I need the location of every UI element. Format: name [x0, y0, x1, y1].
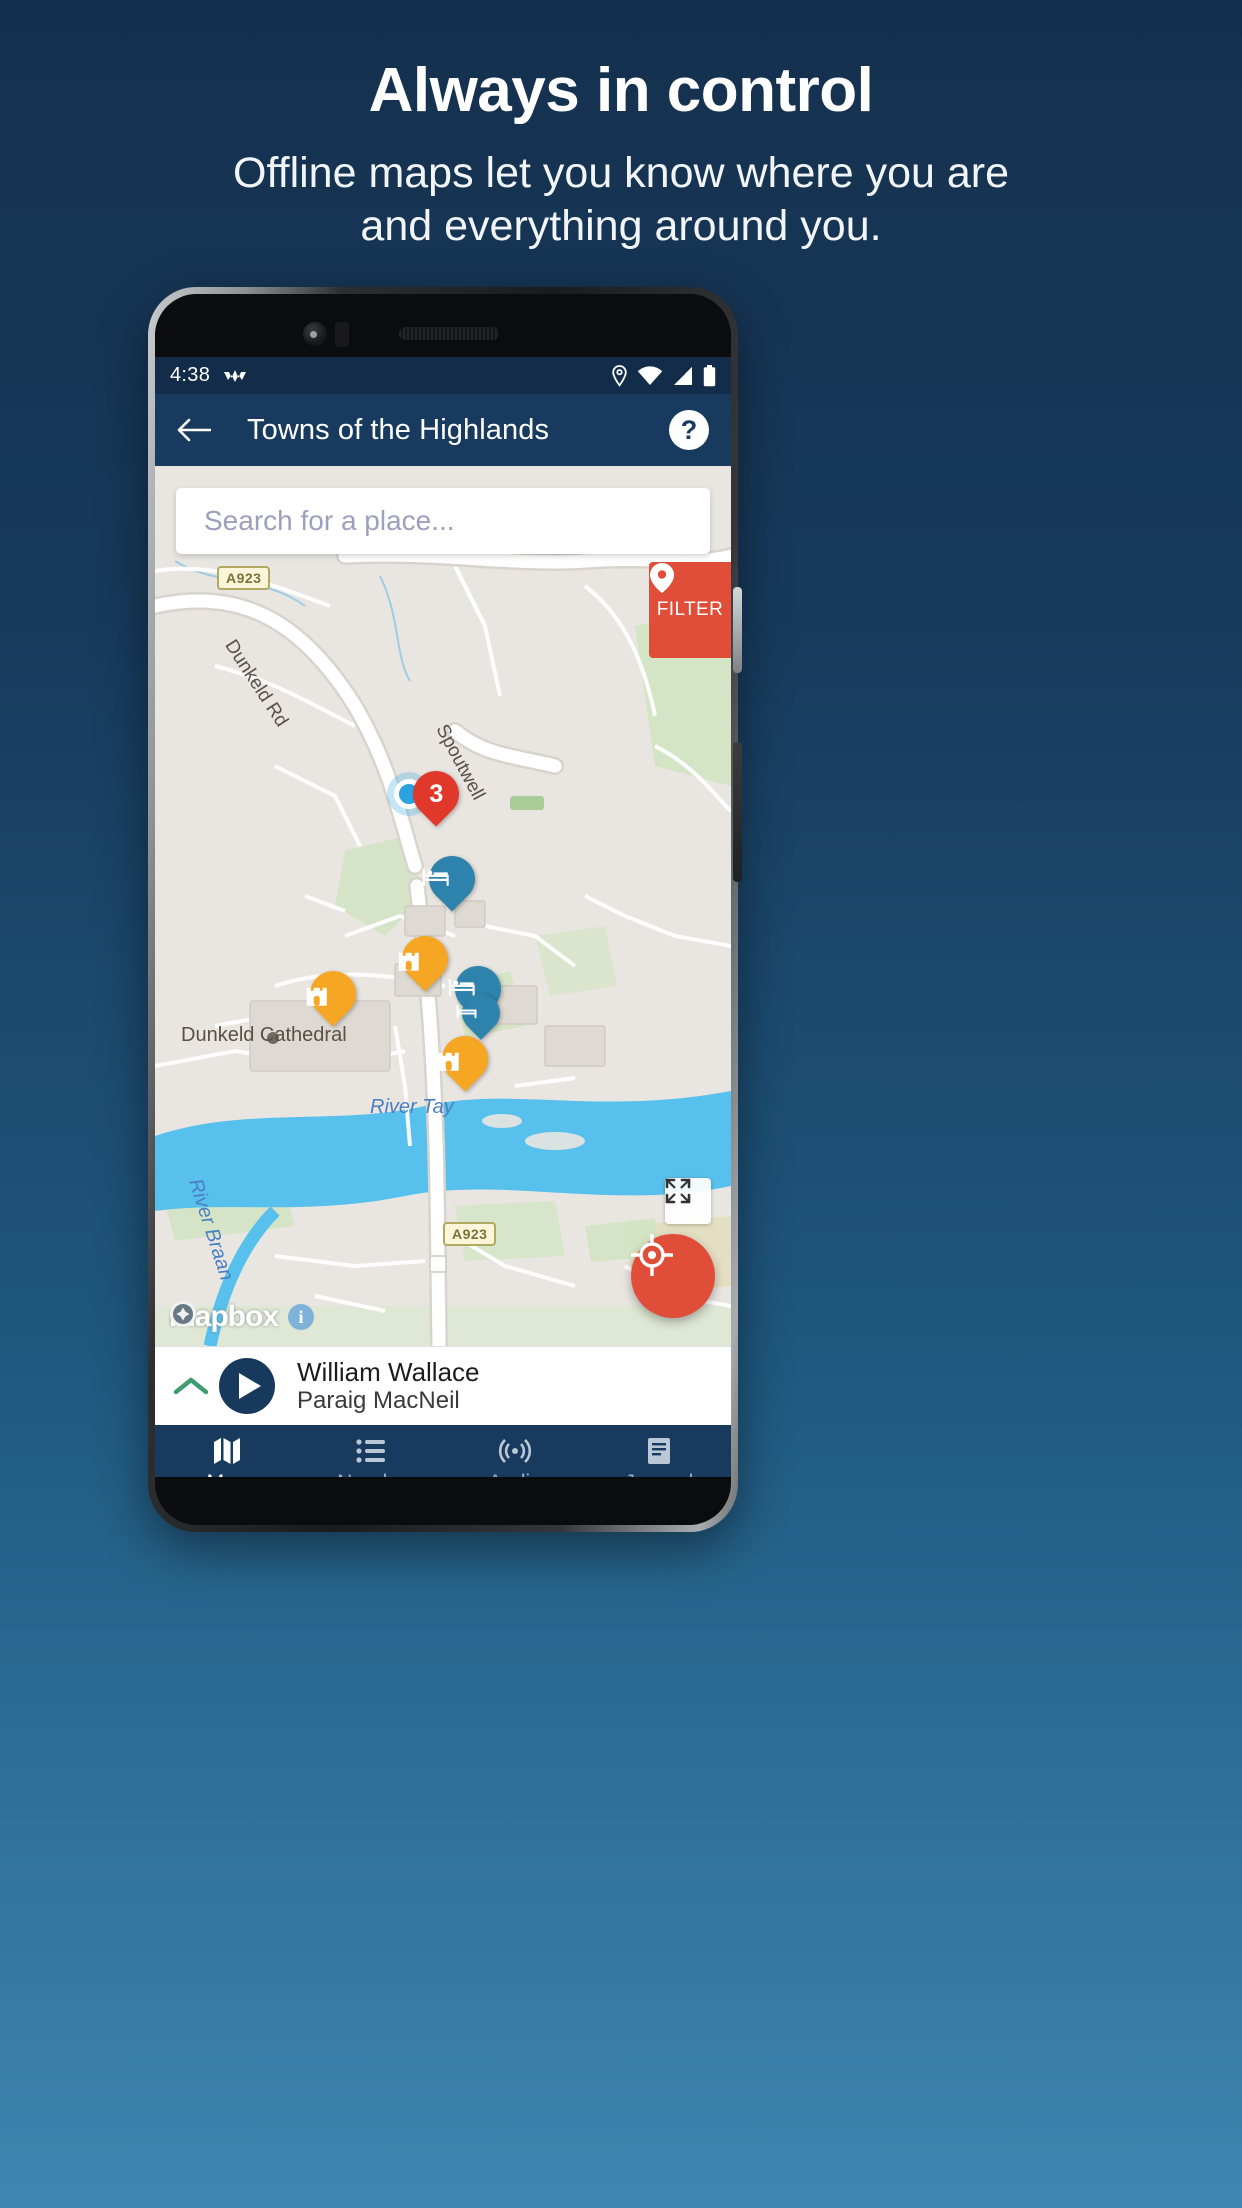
app-bar: Towns of the Highlands ? — [155, 394, 731, 466]
castle-icon — [398, 952, 419, 971]
search-bar[interactable] — [176, 488, 710, 554]
map-marker-accommodation-3[interactable] — [454, 986, 508, 1040]
power-button[interactable] — [733, 587, 742, 673]
nav-label-nearby: Nearby — [337, 1471, 405, 1478]
mapbox-attribution[interactable]: mapbox i — [169, 1300, 315, 1334]
map-label-river-tay: River Tay — [370, 1096, 454, 1118]
status-bar: 4:38 — [155, 357, 731, 394]
locate-me-icon — [631, 1234, 673, 1276]
road-shield-a923-south: A923 — [443, 1222, 497, 1246]
map-info-button[interactable]: i — [288, 1304, 315, 1330]
map-label-dunkeld-cathedral: Dunkeld Cathedral — [181, 1024, 347, 1046]
nav-label-map: Map — [207, 1471, 248, 1478]
earpiece-speaker — [399, 327, 499, 340]
help-button[interactable]: ? — [669, 410, 709, 450]
battery-icon — [703, 364, 716, 386]
bed-icon — [422, 868, 449, 887]
play-icon — [239, 1373, 261, 1399]
sensor-icon — [335, 322, 349, 347]
map-canvas — [155, 466, 731, 1346]
promo-subtitle-line-1: Offline maps let you know where you are — [233, 149, 1009, 197]
expand-player-button[interactable] — [171, 1366, 211, 1406]
wifi-triangle-icon — [224, 369, 247, 382]
search-input[interactable] — [204, 505, 682, 537]
player-subtitle: Paraig MacNeil — [297, 1387, 460, 1415]
mapbox-logo-icon — [170, 1301, 196, 1327]
nav-item-audio[interactable]: Audio — [443, 1425, 587, 1477]
bottom-navigation: Map Nearby — [155, 1425, 731, 1477]
audio-waves-icon — [498, 1436, 532, 1466]
cluster-count: 3 — [429, 779, 443, 808]
nav-item-journal[interactable]: Journal — [587, 1425, 731, 1477]
list-icon — [356, 1436, 386, 1466]
locate-me-button[interactable] — [631, 1234, 715, 1318]
status-icons — [611, 364, 716, 387]
phone-top-bezel — [155, 294, 731, 357]
promo-title: Always in control — [368, 56, 874, 125]
back-arrow-icon[interactable] — [177, 417, 211, 443]
play-button[interactable] — [219, 1358, 275, 1414]
journal-icon — [646, 1436, 672, 1466]
promo-header: Always in control Offline maps let you k… — [0, 0, 1242, 251]
player-meta: William Wallace Paraig MacNeil — [297, 1357, 480, 1416]
wifi-icon — [637, 365, 663, 385]
nav-label-audio: Audio — [488, 1471, 542, 1478]
filter-label: FILTER — [656, 599, 724, 620]
castle-icon — [438, 1052, 459, 1071]
phone-screen-container: 4:38 Towns of the Highlands ? Dunkeld Rd… — [155, 294, 731, 1525]
map-marker-castle-3[interactable] — [432, 1026, 498, 1092]
nav-item-map[interactable]: Map — [155, 1425, 299, 1477]
map-view[interactable]: Dunkeld Rd Spoutwell Dunkeld Cathedral R… — [155, 466, 731, 1346]
expand-map-button[interactable] — [665, 1178, 711, 1224]
map-marker-accommodation-1[interactable] — [419, 846, 485, 912]
nav-label-journal: Journal — [625, 1471, 694, 1478]
location-pin-icon — [612, 364, 627, 387]
audio-player-bar[interactable]: William Wallace Paraig MacNeil — [155, 1346, 731, 1425]
map-marker-cluster[interactable]: 3 — [403, 761, 469, 827]
front-camera-icon — [303, 322, 327, 346]
app-screen: 4:38 Towns of the Highlands ? Dunkeld Rd… — [155, 357, 731, 1477]
map-marker-castle-1[interactable] — [392, 926, 458, 992]
chevron-up-icon — [174, 1377, 208, 1395]
phone-mockup: 4:38 Towns of the Highlands ? Dunkeld Rd… — [148, 287, 742, 1532]
volume-button[interactable] — [733, 742, 742, 882]
nav-item-nearby[interactable]: Nearby — [299, 1425, 443, 1477]
map-icon — [212, 1436, 242, 1466]
expand-icon — [665, 1178, 691, 1204]
player-title: William Wallace — [297, 1356, 480, 1387]
map-marker-castle-2[interactable] — [300, 961, 366, 1027]
page-title: Towns of the Highlands — [247, 413, 550, 446]
filter-button[interactable]: FILTER — [649, 562, 731, 658]
castle-icon — [306, 987, 327, 1006]
signal-icon — [674, 366, 692, 385]
map-pin-icon — [650, 563, 674, 593]
bed-icon — [456, 1005, 477, 1019]
promo-subtitle-line-2: and everything around you. — [360, 201, 882, 250]
road-shield-a923-north: A923 — [217, 566, 271, 590]
status-time: 4:38 — [170, 364, 211, 386]
